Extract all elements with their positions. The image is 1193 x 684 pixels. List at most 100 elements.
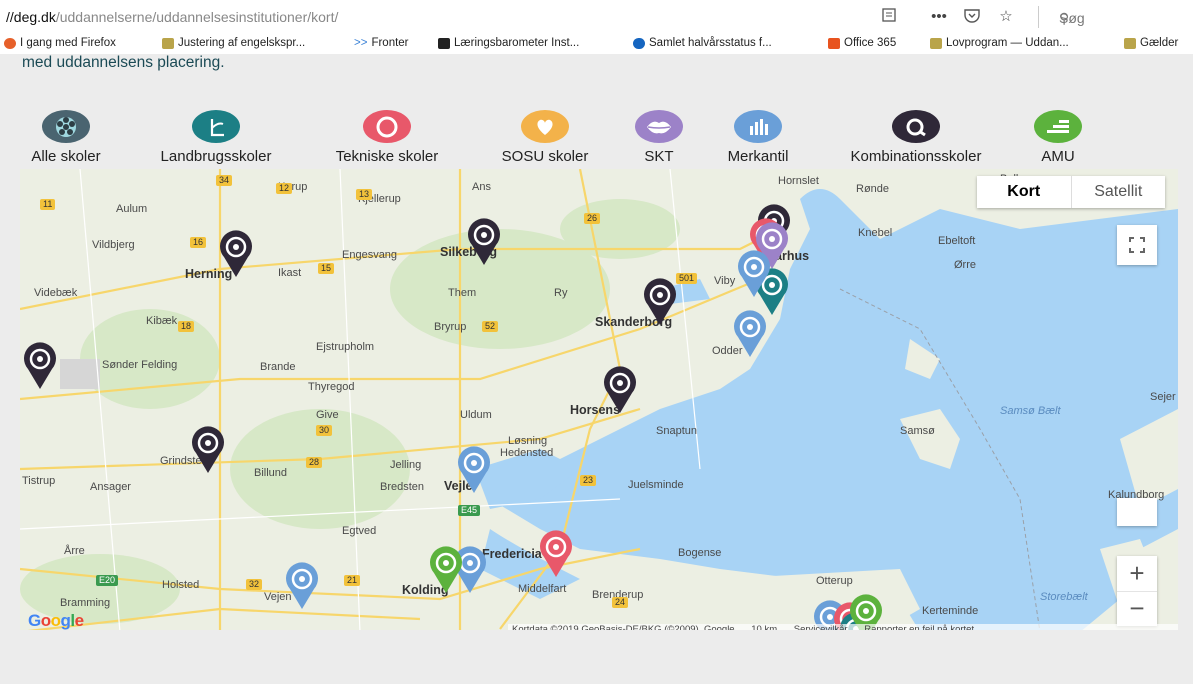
bookmark-item[interactable]: Gælder bbox=[1124, 37, 1178, 49]
map-marker-bar-chart[interactable] bbox=[282, 561, 322, 611]
map-canvas[interactable]: Herning Ikast Silkeborg Engesvang Kjellerup A… bbox=[20, 169, 1178, 632]
map-place-label: Ikast bbox=[278, 267, 302, 279]
map-type-satellite-button[interactable]: Satellit bbox=[1070, 176, 1166, 208]
filter-skt[interactable]: SKT bbox=[620, 110, 698, 165]
bookmark-label: Gælder bbox=[1140, 37, 1179, 49]
map-place-label: Løsning bbox=[508, 435, 548, 447]
map-place-label: Årre bbox=[64, 545, 85, 557]
bookmark-item[interactable]: Læringsbarometer Inst... bbox=[438, 37, 579, 49]
address-bar[interactable]: //deg.dk/uddannelserne/uddannelsesinstit… bbox=[0, 0, 1193, 35]
map-place-label: Tistrup bbox=[22, 475, 56, 487]
page-footer-area bbox=[0, 630, 1193, 684]
bookmark-star-icon[interactable]: ☆ bbox=[996, 7, 1016, 27]
barometer-icon bbox=[438, 37, 450, 49]
filter-label: AMU bbox=[1041, 148, 1075, 165]
map-place-label: Bramming bbox=[60, 597, 111, 609]
search-box[interactable]: ⚲ Søg bbox=[1038, 6, 1189, 28]
filter-agriculture[interactable]: Landbrugsskoler bbox=[140, 110, 292, 165]
map-place-label: Brande bbox=[260, 361, 296, 373]
lips-icon bbox=[635, 110, 683, 143]
map-place-label: Billund bbox=[254, 467, 288, 479]
map-marker-technical[interactable] bbox=[536, 529, 576, 579]
bookmark-item[interactable]: >> Fronter bbox=[354, 37, 409, 49]
filter-merkantil[interactable]: Merkantil bbox=[710, 110, 806, 165]
reader-view-icon[interactable] bbox=[880, 7, 898, 27]
road-shield: E20 bbox=[96, 575, 119, 586]
more-actions-icon[interactable]: ••• bbox=[928, 7, 950, 27]
bookmark-item[interactable]: I gang med Firefox bbox=[4, 37, 116, 49]
url-host: //deg.dk bbox=[6, 9, 56, 25]
filter-label: Alle skoler bbox=[31, 148, 101, 165]
fullscreen-button[interactable] bbox=[1117, 225, 1157, 265]
map-place-label: Bryrup bbox=[434, 321, 467, 333]
filter-label: Landbrugsskoler bbox=[160, 148, 272, 165]
filter-sosu[interactable]: SOSU skoler bbox=[485, 110, 605, 165]
bookmark-item[interactable]: Lovprogram — Uddan... bbox=[930, 37, 1069, 49]
road-shield: 34 bbox=[216, 175, 233, 186]
map-place-label: Snaptun bbox=[656, 425, 697, 437]
map-place-label: Thyregod bbox=[308, 381, 355, 393]
filter-technical[interactable]: Tekniske skoler bbox=[318, 110, 456, 165]
map-marker-bar-chart[interactable] bbox=[454, 445, 494, 495]
road-shield: 12 bbox=[276, 183, 293, 194]
agriculture-icon bbox=[192, 110, 240, 143]
road-shield: 13 bbox=[356, 189, 373, 200]
map-place-label: Storebælt bbox=[1040, 591, 1088, 603]
map-place-label: Middelfart bbox=[518, 583, 567, 595]
map-place-label: Egtved bbox=[342, 525, 377, 537]
search-placeholder: Søg bbox=[1059, 10, 1085, 26]
heart-icon bbox=[521, 110, 569, 143]
map-place-label: Ans bbox=[472, 181, 491, 193]
url-text[interactable]: //deg.dk/uddannelserne/uddannelsesinstit… bbox=[6, 9, 338, 25]
map-marker-combination[interactable] bbox=[640, 277, 680, 327]
map-place-label: Kibæk bbox=[146, 315, 178, 327]
map-place-label: Ry bbox=[554, 287, 568, 299]
amu-icon bbox=[1034, 110, 1082, 143]
map-place-label: Ebeltoft bbox=[938, 235, 976, 247]
map-place-label: Viby bbox=[714, 275, 736, 287]
road-shield: 26 bbox=[584, 213, 601, 224]
map-place-label: Vildbjerg bbox=[92, 239, 135, 251]
map-type-control: Kort Satellit bbox=[977, 176, 1165, 208]
map-marker-amu[interactable] bbox=[426, 545, 466, 595]
map-place-label: Jelling bbox=[390, 459, 422, 471]
bookmark-label: Fronter bbox=[371, 37, 409, 49]
road-shield: 18 bbox=[178, 321, 195, 332]
map-place-label: Fredericia bbox=[482, 547, 542, 561]
page-content: med uddannelsens placering. Alle skoler … bbox=[0, 54, 1193, 684]
crown-icon bbox=[1124, 37, 1136, 49]
map-place-label: Ørre bbox=[954, 259, 976, 271]
pegman-slot[interactable] bbox=[1117, 498, 1157, 526]
filter-all-schools[interactable]: Alle skoler bbox=[18, 110, 114, 165]
road-shield: 28 bbox=[306, 457, 323, 468]
road-shield: 23 bbox=[580, 475, 597, 486]
map-marker-combination[interactable] bbox=[464, 217, 504, 267]
bar-chart-icon bbox=[734, 110, 782, 143]
map-type-kort-button[interactable]: Kort bbox=[977, 176, 1071, 208]
map-marker-combination[interactable] bbox=[188, 425, 228, 475]
bookmark-item[interactable]: Office 365 bbox=[828, 37, 896, 49]
map-marker-combination[interactable] bbox=[20, 341, 60, 391]
filter-combination[interactable]: Kombinationsskoler bbox=[828, 110, 1004, 165]
combination-icon bbox=[892, 110, 940, 143]
bookmark-label: Office 365 bbox=[844, 37, 897, 49]
filter-amu[interactable]: AMU bbox=[1024, 110, 1092, 165]
map-marker-combination[interactable] bbox=[600, 365, 640, 415]
road-shield: 16 bbox=[190, 237, 207, 248]
map-place-label: Samsø Bælt bbox=[1000, 405, 1061, 417]
map-place-label: Juelsminde bbox=[628, 479, 684, 491]
bookmarks-toolbar: I gang med Firefox Justering af engelsks… bbox=[0, 34, 1193, 54]
zoom-in-button[interactable]: + bbox=[1117, 557, 1157, 592]
map-marker-bar-chart[interactable] bbox=[734, 249, 774, 299]
map-place-label: Samsø bbox=[900, 425, 935, 437]
road-shield: E45 bbox=[458, 505, 481, 516]
map-marker-combination[interactable] bbox=[216, 229, 256, 279]
map-marker-bar-chart[interactable] bbox=[730, 309, 770, 359]
map-place-label: Otterup bbox=[816, 575, 853, 587]
map-place-label: Them bbox=[448, 287, 477, 299]
zoom-out-button[interactable]: − bbox=[1117, 592, 1157, 626]
bookmark-item[interactable]: Samlet halvårsstatus f... bbox=[633, 37, 772, 49]
pocket-icon[interactable] bbox=[962, 7, 982, 27]
office-icon bbox=[828, 37, 840, 49]
bookmark-item[interactable]: Justering af engelskspr... bbox=[162, 37, 305, 49]
